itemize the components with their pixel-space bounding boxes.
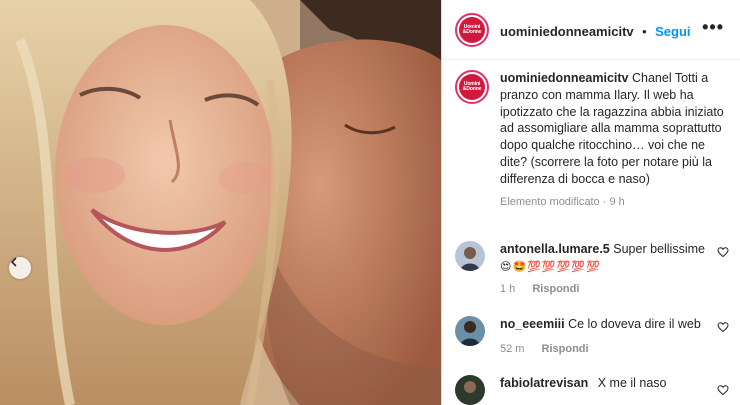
comment-body: antonella.lumare.5 Super bellissime 😍🤩💯💯…: [500, 241, 715, 298]
reply-button[interactable]: Rispondi: [542, 343, 589, 355]
post-side-panel: Uomini &Donne uominiedonneamicitv • Segu…: [442, 0, 740, 405]
comment-body: no_eeemiii Ce lo doveva dire il web 52 m…: [500, 316, 715, 358]
comment-item: fabiolatrevisan X me il naso: [455, 375, 737, 405]
edited-label: Elemento modificato: [500, 195, 600, 208]
more-options-icon[interactable]: •••: [702, 18, 724, 36]
comment-emoji: 😍🤩💯💯💯💯💯: [500, 260, 601, 273]
post-photo[interactable]: [0, 0, 441, 405]
account-username[interactable]: uominiedonneamicitv: [500, 24, 634, 39]
post-header: Uomini &Donne uominiedonneamicitv • Segu…: [442, 0, 740, 60]
separator-dot: •: [642, 24, 647, 39]
brand-logo: Uomini &Donne: [459, 17, 485, 43]
caption-body: uominiedonneamicitv Chanel Totti a pranz…: [500, 70, 735, 210]
comment-text: X me il naso: [597, 376, 667, 390]
comment-username[interactable]: fabiolatrevisan: [500, 376, 588, 390]
caption-avatar[interactable]: Uomini &Donne: [455, 70, 489, 104]
account-avatar[interactable]: Uomini &Donne: [455, 13, 489, 47]
like-comment-button[interactable]: [717, 383, 729, 401]
heart-outline-icon: [717, 247, 729, 258]
caption-username[interactable]: uominiedonneamicitv: [500, 71, 629, 85]
avatar-image: [455, 241, 485, 271]
avatar-image: [455, 316, 485, 346]
caption-text: Chanel Totti a pranzo con mamma Ilary. I…: [500, 71, 724, 186]
comment-meta: 52 m Rispondi: [500, 341, 715, 358]
follow-button[interactable]: Segui: [655, 24, 690, 39]
comment-meta: 1 h Rispondi: [500, 281, 715, 298]
comment-username[interactable]: antonella.lumare.5: [500, 242, 610, 256]
comment-text: Ce lo doveva dire il web: [568, 317, 701, 331]
reply-button[interactable]: Rispondi: [532, 283, 579, 295]
comment-time[interactable]: 52 m: [500, 343, 524, 355]
chevron-left-icon: [10, 257, 17, 267]
caption-meta: Elemento modificato · 9 h: [500, 194, 735, 211]
like-comment-button[interactable]: [717, 320, 729, 338]
separator-dot: ·: [602, 195, 607, 208]
commenter-avatar[interactable]: [455, 241, 485, 271]
heart-outline-icon: [717, 322, 729, 333]
commenter-avatar[interactable]: [455, 375, 485, 405]
comment-username[interactable]: no_eeemiii: [500, 317, 565, 331]
post-time[interactable]: 9 h: [609, 196, 624, 208]
comment-time[interactable]: 1 h: [500, 283, 515, 295]
carousel-prev-button[interactable]: [9, 257, 31, 279]
photo-illustration: [0, 0, 441, 405]
avatar-image: [455, 375, 485, 405]
comment-text: Super bellissime: [613, 242, 705, 256]
comment-item: antonella.lumare.5 Super bellissime 😍🤩💯💯…: [455, 241, 737, 301]
heart-outline-icon: [717, 385, 729, 396]
like-comment-button[interactable]: [717, 245, 729, 263]
commenter-avatar[interactable]: [455, 316, 485, 346]
brand-logo: Uomini &Donne: [459, 74, 485, 100]
header-identity: uominiedonneamicitv • Segui: [500, 23, 691, 41]
comment-item: no_eeemiii Ce lo doveva dire il web 52 m…: [455, 316, 737, 361]
comment-body: fabiolatrevisan X me il naso: [500, 375, 715, 392]
